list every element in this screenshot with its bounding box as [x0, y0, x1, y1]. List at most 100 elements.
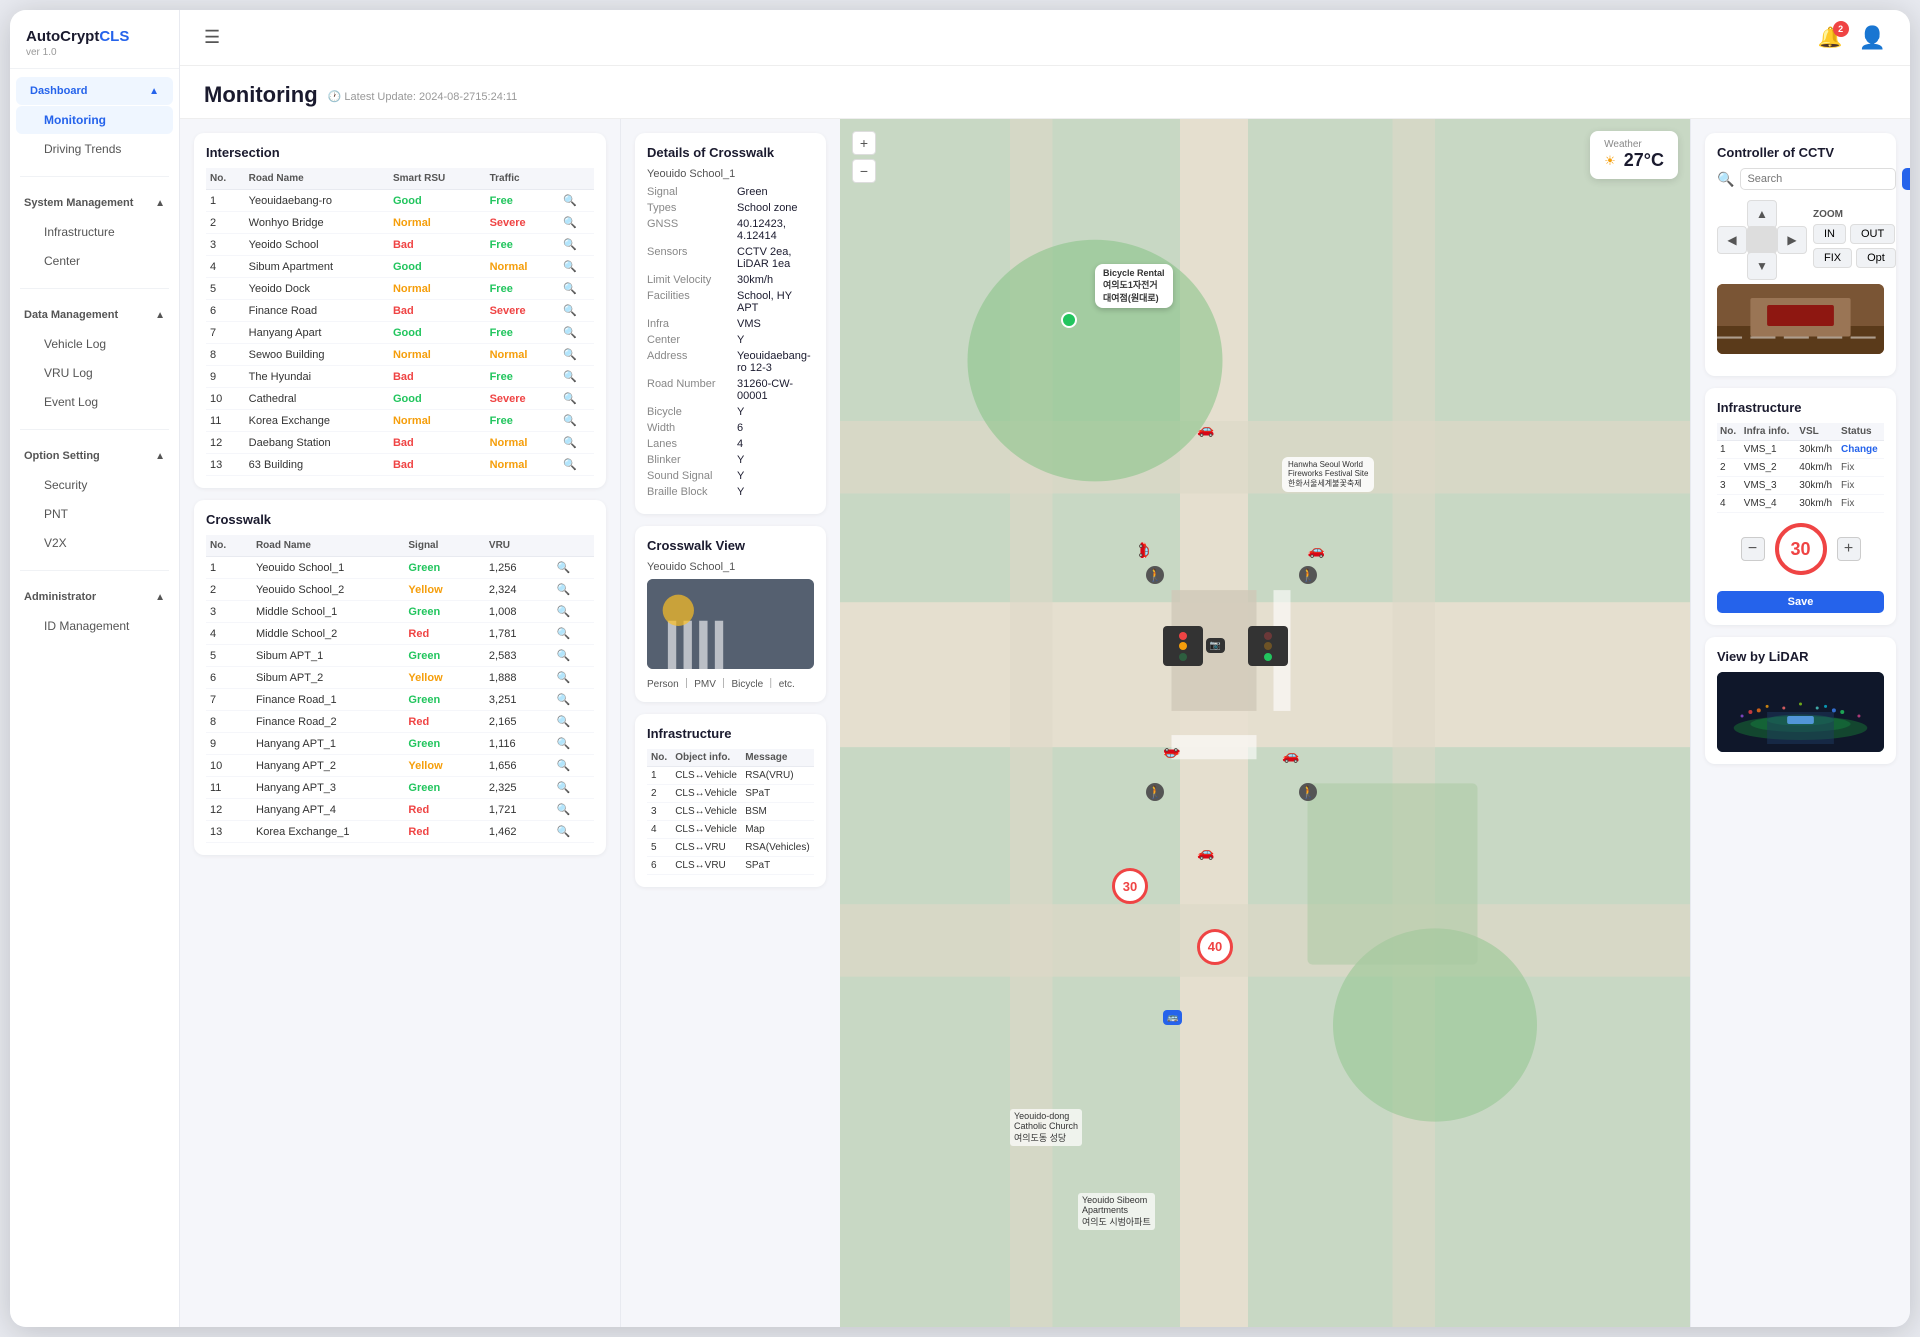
row-no: 6	[647, 857, 671, 875]
row-search-icon[interactable]: 🔍	[559, 454, 594, 476]
cctv-right-button[interactable]: ▶	[1777, 226, 1807, 254]
zoom-out-button[interactable]: −	[852, 159, 876, 183]
sidebar-item-vru-log[interactable]: VRU Log	[16, 359, 173, 387]
app-version: ver 1.0	[26, 47, 163, 58]
detail-value: Yeouidaebang-ro 12-3	[737, 350, 814, 374]
row-rsu: Bad	[389, 366, 486, 388]
left-panel: Intersection No. Road Name Smart RSU Tra…	[180, 119, 620, 1327]
fix-button[interactable]: FIX	[1813, 248, 1852, 268]
cctv-left-button[interactable]: ◀	[1717, 226, 1747, 254]
map-label-yeouido: Yeouido-dongCatholic Church여의도동 성당	[1010, 1109, 1082, 1146]
cctv-center-button[interactable]	[1747, 226, 1777, 254]
chevron-up-icon: ▲	[155, 451, 165, 462]
row-road-name: Middle School_1	[252, 601, 404, 623]
opt-button[interactable]: Opt	[1856, 248, 1896, 268]
row-no: 9	[206, 733, 252, 755]
row-info: VMS_1	[1741, 441, 1797, 459]
save-button[interactable]: Save	[1717, 591, 1884, 613]
table-row: 12 Daebang Station Bad Normal 🔍	[206, 432, 594, 454]
cctv-search-input[interactable]	[1740, 168, 1896, 190]
nav-group-data[interactable]: Data Management ▲	[10, 301, 179, 329]
cctv-down-button[interactable]: ▼	[1747, 252, 1777, 280]
sidebar-item-id-management[interactable]: ID Management	[16, 612, 173, 640]
row-search-icon[interactable]: 🔍	[553, 667, 594, 689]
nav-group-option[interactable]: Option Setting ▲	[10, 442, 179, 470]
zoom-out-button[interactable]: OUT	[1850, 224, 1895, 244]
weather-widget: Weather ☀ 27°C	[1590, 131, 1678, 179]
row-search-icon[interactable]: 🔍	[559, 432, 594, 454]
row-search-icon[interactable]: 🔍	[559, 366, 594, 388]
table-row: 10 Cathedral Good Severe 🔍	[206, 388, 594, 410]
row-vru: 1,721	[485, 799, 553, 821]
detail-field-row: SensorsCCTV 2ea, LiDAR 1ea	[647, 246, 814, 270]
sidebar-item-infrastructure[interactable]: Infrastructure	[16, 218, 173, 246]
detail-label: Center	[647, 334, 737, 346]
cctv-direction-controls: ▲ ◀ ▶ ▼ ZOOM IN	[1717, 200, 1884, 276]
row-signal: Red	[404, 711, 485, 733]
row-search-icon[interactable]: 🔍	[553, 755, 594, 777]
row-search-icon[interactable]: 🔍	[559, 322, 594, 344]
sidebar-item-driving-trends[interactable]: Driving Trends	[16, 135, 173, 163]
crosswalk-legend: Person ｜ PMV ｜ Bicycle ｜ etc.	[647, 675, 814, 690]
detail-label: Signal	[647, 186, 737, 198]
row-vsl: 30km/h	[1796, 441, 1838, 459]
row-search-icon[interactable]: 🔍	[559, 388, 594, 410]
row-search-icon[interactable]: 🔍	[559, 212, 594, 234]
sidebar-item-event-log[interactable]: Event Log	[16, 388, 173, 416]
row-search-icon[interactable]: 🔍	[553, 733, 594, 755]
map-bus-icon: 🚌	[1163, 1010, 1182, 1025]
notification-button[interactable]: 🔔 2	[1818, 25, 1843, 50]
row-road-name: Hanyang APT_4	[252, 799, 404, 821]
row-no: 4	[206, 256, 245, 278]
weather-temp: 27°C	[1624, 150, 1664, 171]
row-search-icon[interactable]: 🔍	[553, 777, 594, 799]
row-search-icon[interactable]: 🔍	[553, 601, 594, 623]
sidebar-item-pnt[interactable]: PNT	[16, 500, 173, 528]
sidebar-item-center[interactable]: Center	[16, 247, 173, 275]
menu-icon[interactable]: ☰	[204, 27, 220, 48]
row-search-icon[interactable]: 🔍	[553, 711, 594, 733]
row-search-icon[interactable]: 🔍	[553, 645, 594, 667]
sidebar-item-security[interactable]: Security	[16, 471, 173, 499]
row-road-name: Yeouidaebang-ro	[245, 190, 389, 212]
row-search-icon[interactable]: 🔍	[559, 278, 594, 300]
row-search-icon[interactable]: 🔍	[559, 190, 594, 212]
row-search-icon[interactable]: 🔍	[553, 623, 594, 645]
row-search-icon[interactable]: 🔍	[553, 689, 594, 711]
row-search-icon[interactable]: 🔍	[553, 579, 594, 601]
row-signal: Green	[404, 557, 485, 579]
row-road-name: Middle School_2	[252, 623, 404, 645]
row-search-icon[interactable]: 🔍	[553, 799, 594, 821]
user-account-button[interactable]: 👤	[1859, 25, 1886, 51]
col-msg: Message	[741, 749, 814, 767]
zoom-in-button[interactable]: +	[852, 131, 876, 155]
speed-increase-button[interactable]: +	[1837, 537, 1861, 561]
nav-group-dashboard[interactable]: Dashboard ▲	[16, 77, 173, 105]
map-car-6: 🚗	[1197, 844, 1214, 861]
detail-label: Braille Block	[647, 486, 737, 498]
nav-group-admin[interactable]: Administrator ▲	[10, 583, 179, 611]
topbar: ☰ 🔔 2 👤	[180, 10, 1910, 66]
app-name: AutoCryptCLS	[26, 28, 163, 45]
cctv-up-button[interactable]: ▲	[1747, 200, 1777, 228]
row-vru: 1,656	[485, 755, 553, 777]
speed-decrease-button[interactable]: −	[1741, 537, 1765, 561]
row-search-icon[interactable]: 🔍	[553, 557, 594, 579]
cctv-search-button[interactable]: Search	[1902, 168, 1910, 190]
row-rsu: Good	[389, 322, 486, 344]
zoom-in-button[interactable]: IN	[1813, 224, 1846, 244]
row-rsu: Good	[389, 190, 486, 212]
row-no: 2	[206, 212, 245, 234]
nav-group-system[interactable]: System Management ▲	[10, 189, 179, 217]
row-search-icon[interactable]: 🔍	[559, 256, 594, 278]
sidebar-item-vehicle-log[interactable]: Vehicle Log	[16, 330, 173, 358]
row-search-icon[interactable]: 🔍	[559, 410, 594, 432]
table-row: 7 Hanyang Apart Good Free 🔍	[206, 322, 594, 344]
sidebar-item-v2x[interactable]: V2X	[16, 529, 173, 557]
row-search-icon[interactable]: 🔍	[559, 344, 594, 366]
row-search-icon[interactable]: 🔍	[559, 234, 594, 256]
row-road-name: Finance Road_1	[252, 689, 404, 711]
row-search-icon[interactable]: 🔍	[559, 300, 594, 322]
sidebar-item-monitoring[interactable]: Monitoring	[16, 106, 173, 134]
row-search-icon[interactable]: 🔍	[553, 821, 594, 843]
